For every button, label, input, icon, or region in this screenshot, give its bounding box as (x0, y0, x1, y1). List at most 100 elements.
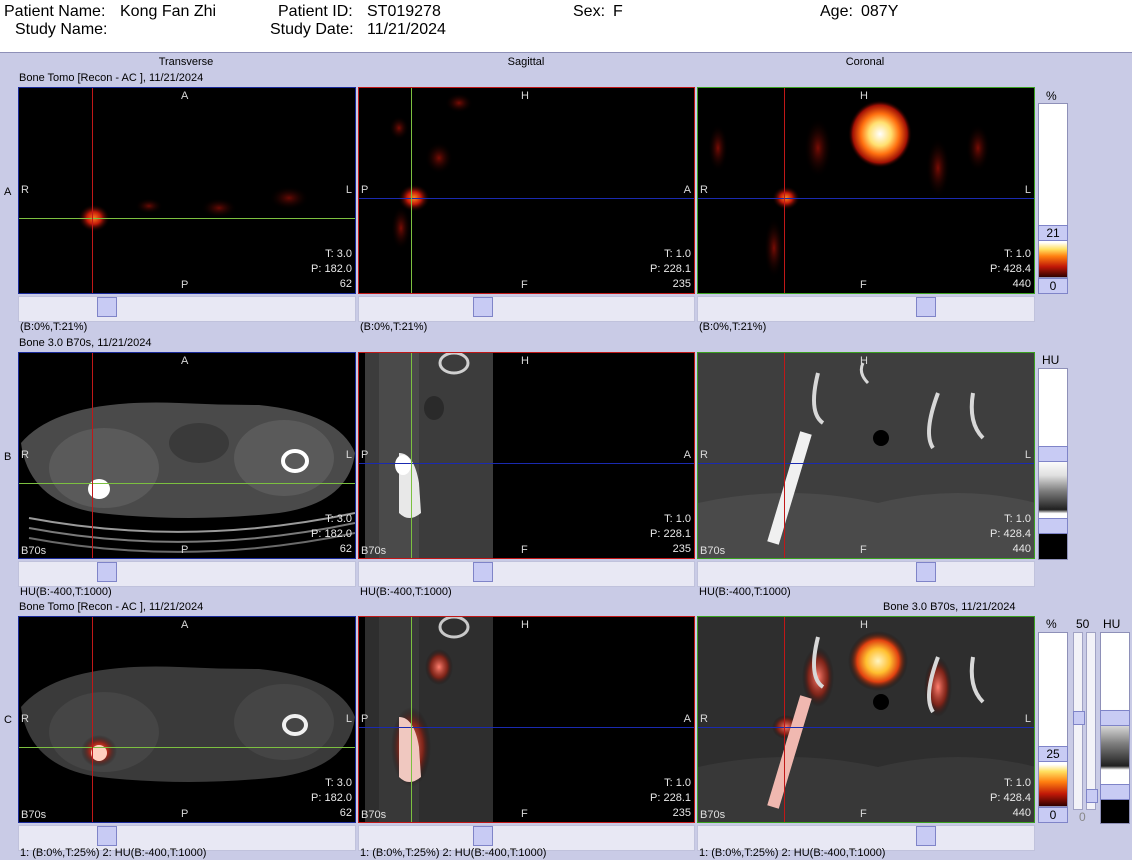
kernel-label: B70s (700, 809, 726, 821)
position-value: P: 182.0 (311, 792, 352, 804)
thickness-value: T: 3.0 (325, 248, 352, 260)
fusion-image (21, 666, 355, 782)
orient-right: A (683, 449, 691, 461)
spect-image (708, 100, 990, 278)
column-label-sagittal: Sagittal (507, 56, 545, 68)
slice-slider-a-sagittal[interactable] (358, 296, 695, 322)
viewport-a-sagittal[interactable]: H F P A T: 1.0 P: 228.1 235 (358, 87, 695, 294)
orient-right: L (1024, 449, 1031, 461)
orient-right: L (1024, 184, 1031, 196)
position-value: P: 428.4 (990, 528, 1031, 540)
window-level-label: 1: (B:0%,T:25%) 2: HU(B:-400,T:1000) (20, 847, 207, 859)
crosshair-vertical (92, 353, 93, 558)
orient-bottom: F (521, 279, 528, 291)
colorbar-top-handle[interactable] (1100, 710, 1130, 726)
orient-top: H (860, 355, 868, 367)
colorbar-bottom-handle[interactable] (1100, 784, 1130, 800)
study-name-label: Study Name: (15, 21, 108, 38)
slider-thumb[interactable] (473, 826, 493, 846)
slice-slider-b-coronal[interactable] (697, 561, 1035, 587)
crosshair-vertical (784, 353, 785, 558)
position-value: P: 228.1 (650, 792, 691, 804)
slider-thumb[interactable] (97, 826, 117, 846)
row-c-letter: C (4, 714, 12, 726)
slider-thumb[interactable] (916, 562, 936, 582)
viewport-c-coronal[interactable]: H F R L B70s T: 1.0 P: 428.4 440 (697, 616, 1035, 823)
colorbar-bottom-handle[interactable] (1038, 518, 1068, 534)
view-info: T: 3.0 P: 182.0 62 (311, 512, 352, 557)
slider-thumb[interactable] (97, 562, 117, 582)
fusion-blend-slider-2[interactable] (1086, 632, 1098, 810)
orient-top: H (521, 619, 529, 631)
orient-left: P (361, 184, 369, 196)
row-b-letter: B (4, 451, 12, 463)
blend-slider-thumb[interactable] (1086, 789, 1098, 803)
slice-slider-a-coronal[interactable] (697, 296, 1035, 322)
colorbar-unit-ct: HU (1103, 617, 1121, 631)
orient-top: H (860, 90, 868, 102)
patient-id: ST019278 (367, 3, 441, 20)
colorbar-top-handle[interactable] (1038, 446, 1068, 462)
crosshair-vertical (92, 88, 93, 293)
colorbar-unit: HU (1042, 353, 1060, 367)
orient-right: L (345, 713, 352, 725)
row-b-title: Bone 3.0 B70s, 11/21/2024 (19, 337, 152, 349)
blend-slider-thumb[interactable] (1073, 711, 1085, 725)
slider-thumb[interactable] (916, 826, 936, 846)
slice-slider-a-transverse[interactable] (18, 296, 356, 322)
fusion-blend-slider[interactable] (1073, 632, 1085, 810)
orient-right: L (1024, 713, 1031, 725)
orient-top: A (181, 619, 189, 631)
window-level-label: (B:0%,T:21%) (699, 321, 767, 333)
thickness-value: T: 1.0 (664, 777, 691, 789)
thickness-value: T: 1.0 (1004, 248, 1031, 260)
colorbar-bottom-value[interactable]: 0 (1038, 807, 1068, 823)
crosshair-horizontal (698, 727, 1034, 728)
slice-number: 235 (672, 807, 691, 819)
slice-number: 235 (672, 543, 691, 555)
thickness-value: T: 1.0 (664, 513, 691, 525)
ct-image (21, 402, 355, 553)
kernel-label: B70s (700, 545, 726, 557)
slice-number: 440 (1012, 807, 1031, 819)
slice-slider-b-sagittal[interactable] (358, 561, 695, 587)
position-value: P: 428.4 (990, 263, 1031, 275)
orient-left: R (700, 713, 708, 725)
orient-bottom: P (181, 279, 189, 291)
orient-left: P (361, 449, 369, 461)
colorbar-top-value[interactable]: 21 (1038, 225, 1068, 241)
colorbar-bottom-value[interactable]: 0 (1038, 278, 1068, 294)
viewport-c-sagittal[interactable]: H F P A B70s T: 1.0 P: 228.1 235 (358, 616, 695, 823)
blend-bottom-label: 0 (1079, 810, 1086, 824)
fusion-image (365, 617, 493, 822)
kernel-label: B70s (21, 545, 47, 557)
slider-thumb[interactable] (916, 297, 936, 317)
slider-thumb[interactable] (97, 297, 117, 317)
orient-top: A (181, 90, 189, 102)
viewport-b-transverse[interactable]: A P R L B70s T: 3.0 P: 182.0 62 (18, 352, 356, 559)
viewport-a-coronal[interactable]: H F R L T: 1.0 P: 428.4 440 (697, 87, 1035, 294)
orient-right: L (345, 184, 352, 196)
crosshair-vertical (92, 617, 93, 822)
blend-top-label: 50 (1076, 617, 1090, 631)
study-date-label: Study Date: (270, 21, 354, 38)
crosshair-horizontal (19, 218, 355, 219)
window-level-label: (B:0%,T:21%) (360, 321, 428, 333)
colorbar-top-value[interactable]: 25 (1038, 746, 1068, 762)
viewport-b-coronal[interactable]: H F R L B70s T: 1.0 P: 428.4 440 (697, 352, 1035, 559)
orient-left: R (21, 449, 29, 461)
viewport-b-sagittal[interactable]: H F P A B70s T: 1.0 P: 228.1 235 (358, 352, 695, 559)
thickness-value: T: 3.0 (325, 777, 352, 789)
row-c-title: Bone Tomo [Recon - AC ], 11/21/2024 (19, 601, 204, 613)
viewport-c-transverse[interactable]: A P R L B70s T: 3.0 P: 182.0 62 (18, 616, 356, 823)
sex-value: F (613, 3, 623, 20)
slider-thumb[interactable] (473, 297, 493, 317)
crosshair-horizontal (19, 483, 355, 484)
crosshair-vertical (411, 353, 412, 558)
slice-slider-b-transverse[interactable] (18, 561, 356, 587)
viewport-a-transverse[interactable]: A P R L T: 3.0 P: 182.0 62 (18, 87, 356, 294)
orient-left: R (700, 449, 708, 461)
slider-thumb[interactable] (473, 562, 493, 582)
window-level-label: HU(B:-400,T:1000) (20, 586, 112, 598)
kernel-label: B70s (21, 809, 47, 821)
